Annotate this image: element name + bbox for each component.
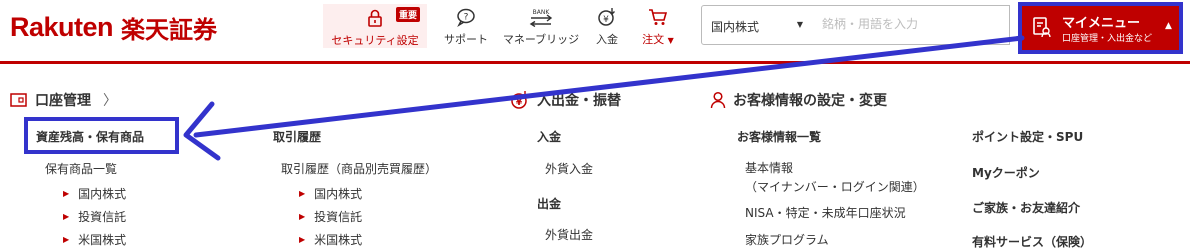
annotation-arrow [183,35,1025,161]
